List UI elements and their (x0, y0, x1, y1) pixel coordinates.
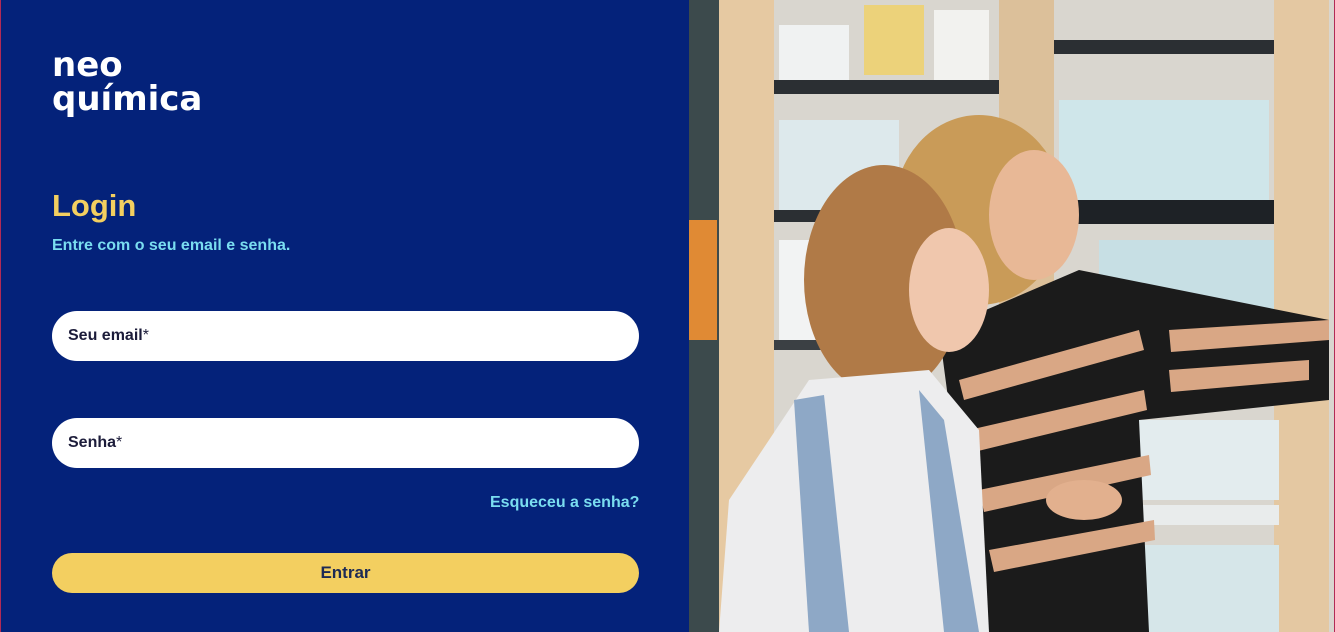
submit-button[interactable]: Entrar (52, 553, 639, 593)
forgot-password-link[interactable]: Esqueceu a senha? (490, 494, 639, 512)
hero-photo (689, 0, 1334, 632)
password-field[interactable]: Senha * (52, 418, 639, 468)
email-label: Seu email (68, 327, 143, 344)
pharmacy-shoppers-illustration (689, 0, 1334, 632)
page-subtitle: Entre com o seu email e senha. (52, 237, 291, 254)
logo-line-1: neo (52, 45, 123, 85)
password-label: Senha (68, 434, 117, 451)
password-required-mark: * (116, 434, 123, 451)
brand-logo: neo química (52, 48, 202, 116)
logo-line-2: química (52, 79, 203, 119)
page-title: Login (52, 188, 137, 223)
email-field[interactable]: Seu email * (52, 311, 639, 361)
login-panel: neo química Login Entre com o seu email … (1, 0, 689, 632)
email-required-mark: * (142, 327, 149, 344)
login-page: neo química Login Entre com o seu email … (0, 0, 1335, 632)
